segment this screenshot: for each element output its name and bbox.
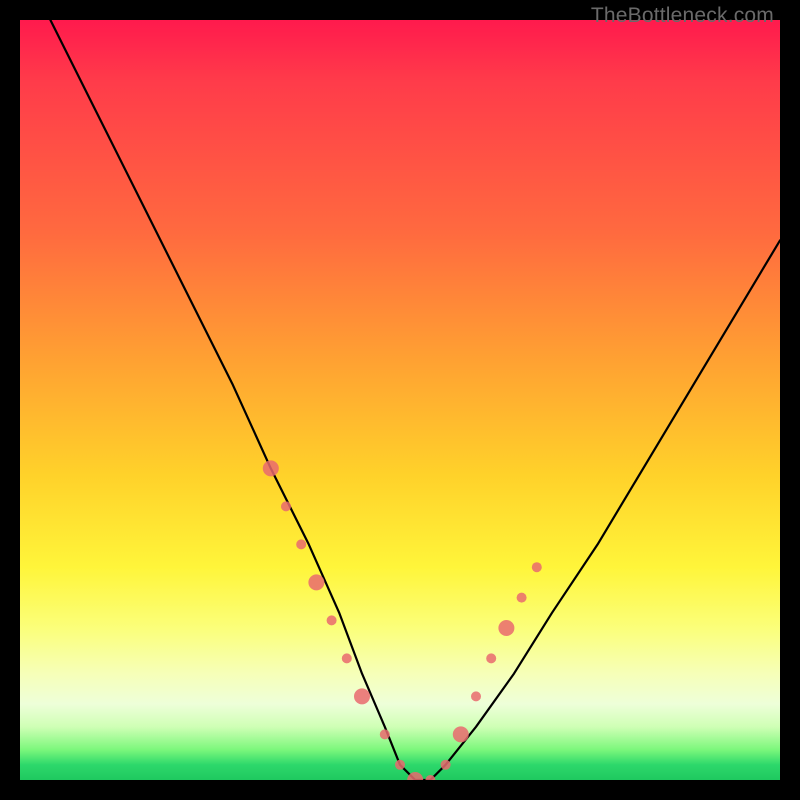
marker-dot	[327, 615, 337, 625]
marker-dot	[296, 539, 306, 549]
marker-dot	[453, 726, 469, 742]
highlight-dots	[263, 460, 542, 780]
marker-dot	[471, 691, 481, 701]
marker-dot	[498, 620, 514, 636]
chart-frame: TheBottleneck.com	[0, 0, 800, 800]
chart-plot-area	[20, 20, 780, 780]
marker-dot	[354, 688, 370, 704]
curve-path	[50, 20, 780, 780]
marker-dot	[308, 574, 324, 590]
marker-dot	[395, 760, 405, 770]
marker-dot	[441, 760, 451, 770]
bottleneck-curve	[20, 20, 780, 780]
marker-dot	[342, 653, 352, 663]
marker-dot	[281, 501, 291, 511]
marker-dot	[517, 593, 527, 603]
marker-dot	[532, 562, 542, 572]
marker-dot	[380, 729, 390, 739]
marker-dot	[486, 653, 496, 663]
watermark-text: TheBottleneck.com	[591, 4, 774, 28]
marker-dot	[263, 460, 279, 476]
